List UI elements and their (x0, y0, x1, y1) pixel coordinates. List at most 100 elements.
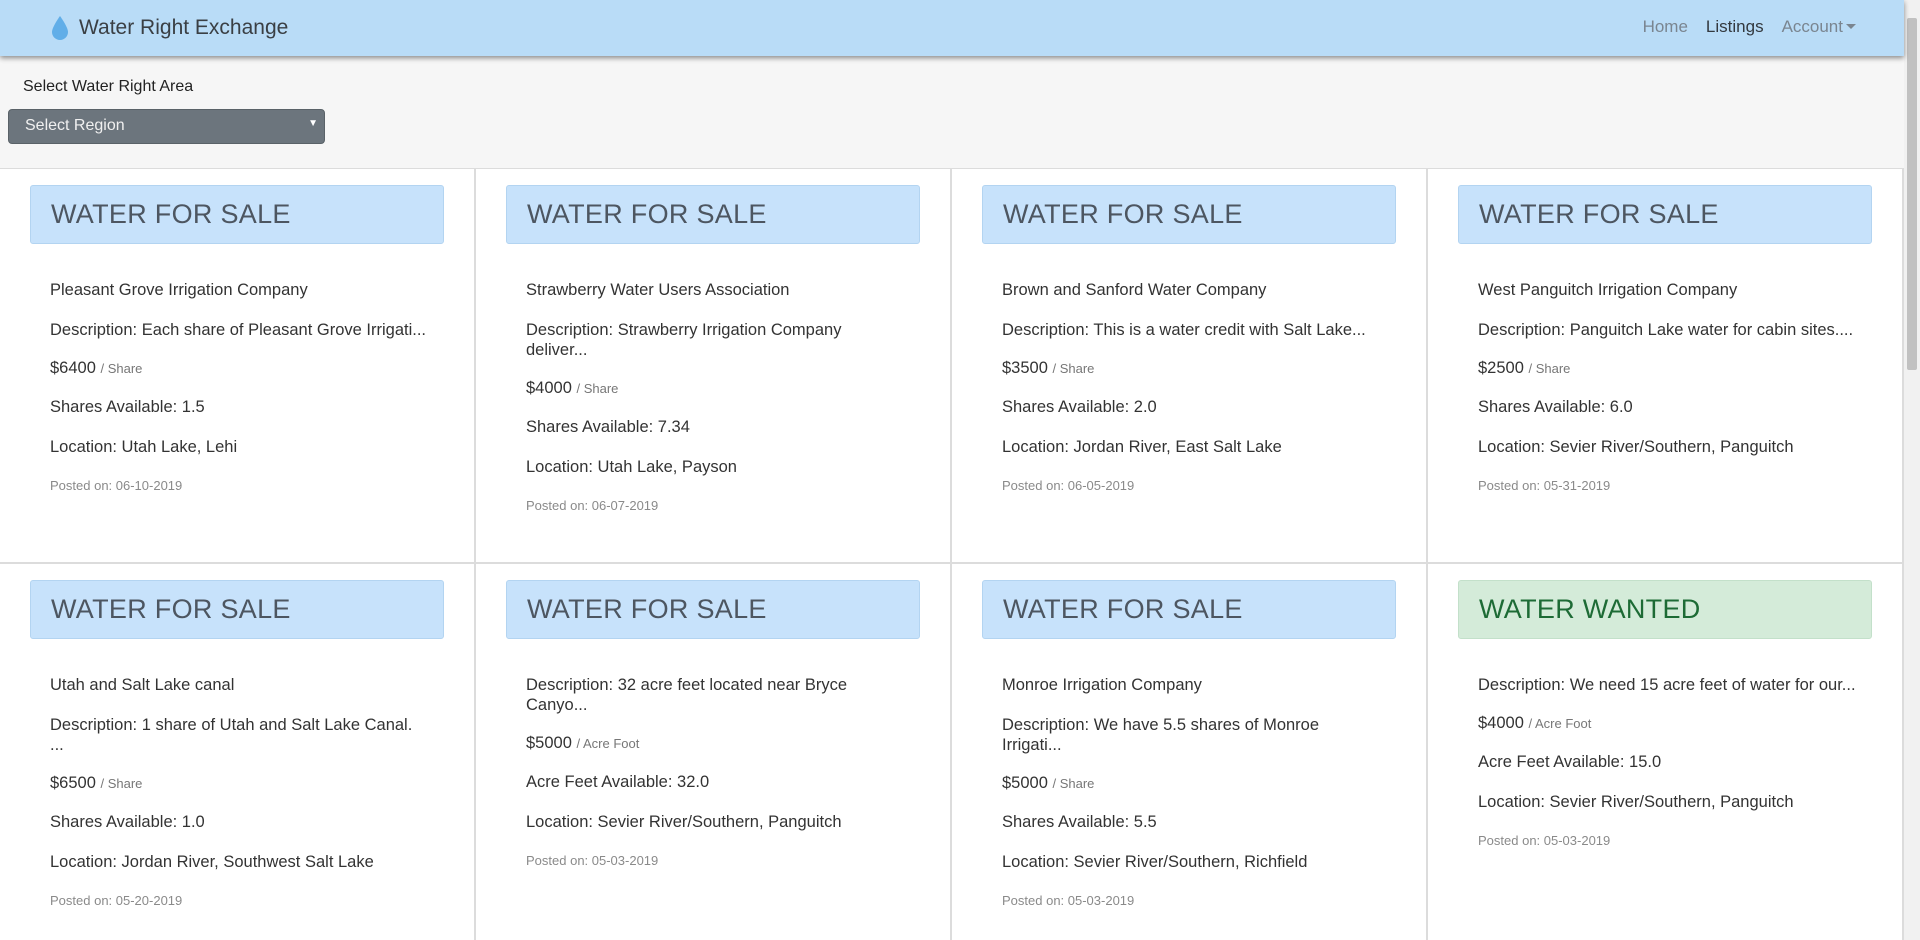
listing-location: Location: Utah Lake, Payson (526, 458, 737, 476)
price-value: $4000 (1478, 714, 1524, 732)
listing-type-header: WATER FOR SALE (30, 580, 444, 639)
listing-description: Description: 32 acre feet located near B… (526, 676, 848, 714)
region-filter-label: Select Water Right Area (23, 78, 194, 95)
nav-home[interactable]: Home (1643, 17, 1688, 37)
listing-available: Shares Available: 6.0 (1478, 398, 1633, 416)
listing-description: Description: We need 15 acre feet of wat… (1478, 676, 1856, 694)
scrollbar-thumb[interactable] (1907, 18, 1917, 370)
nav-account-label: Account (1781, 17, 1843, 36)
listing-type-header: WATER FOR SALE (30, 185, 444, 244)
listing-body: Description: 32 acre feet located near B… (526, 675, 906, 868)
listing-description: Description: We have 5.5 shares of Monro… (1002, 716, 1320, 754)
listing-location: Location: Sevier River/Southern, Panguit… (1478, 793, 1794, 811)
water-drop-icon (52, 16, 68, 40)
listing-card[interactable]: WATER FOR SALE Utah and Salt Lake canal … (0, 564, 476, 940)
listing-price: $3500 / Share (1002, 359, 1382, 378)
listing-body: Strawberry Water Users Association Descr… (526, 280, 906, 513)
listing-available: Shares Available: 1.0 (50, 813, 205, 831)
listing-price: $2500 / Share (1478, 359, 1858, 378)
price-value: $6500 (50, 774, 96, 792)
price-value: $4000 (526, 379, 572, 397)
listing-posted-date: Posted on: 05-03-2019 (526, 853, 659, 868)
listing-card[interactable]: WATER FOR SALE Monroe Irrigation Company… (952, 564, 1428, 940)
listing-company: Utah and Salt Lake canal (50, 676, 235, 694)
listing-company: West Panguitch Irrigation Company (1478, 281, 1738, 299)
listing-type-header: WATER FOR SALE (982, 580, 1396, 639)
listing-location: Location: Sevier River/Southern, Panguit… (1478, 438, 1794, 456)
listing-available: Acre Feet Available: 15.0 (1478, 753, 1662, 771)
listing-price: $6400 / Share (50, 359, 430, 378)
price-value: $3500 (1002, 359, 1048, 377)
listing-price: $6500 / Share (50, 774, 430, 793)
price-unit: / Share (1052, 361, 1095, 376)
brand-title: Water Right Exchange (79, 16, 289, 39)
nav-listings[interactable]: Listings (1706, 17, 1764, 37)
listing-available: Shares Available: 5.5 (1002, 813, 1157, 831)
listing-description: Description: Strawberry Irrigation Compa… (526, 321, 842, 359)
listing-posted-date: Posted on: 05-03-2019 (1478, 833, 1611, 848)
region-select-value: Select Region (25, 117, 125, 134)
listing-description: Description: 1 share of Utah and Salt La… (50, 716, 413, 754)
listing-available: Acre Feet Available: 32.0 (526, 773, 710, 791)
listing-price: $5000 / Share (1002, 774, 1382, 793)
listing-posted-date: Posted on: 05-03-2019 (1002, 893, 1135, 908)
listing-available: Shares Available: 2.0 (1002, 398, 1157, 416)
listing-price: $5000 / Acre Foot (526, 734, 906, 753)
listing-card[interactable]: WATER FOR SALE West Panguitch Irrigation… (1428, 169, 1904, 564)
listing-location: Location: Utah Lake, Lehi (50, 438, 238, 456)
listing-posted-date: Posted on: 06-10-2019 (50, 478, 183, 493)
select-arrow-icon: ▼ (308, 118, 318, 129)
price-value: $5000 (1002, 774, 1048, 792)
listing-location: Location: Sevier River/Southern, Richfie… (1002, 853, 1308, 871)
listing-description: Description: This is a water credit with… (1002, 321, 1366, 339)
listing-available: Shares Available: 1.5 (50, 398, 205, 416)
price-unit: / Share (1052, 776, 1095, 791)
price-value: $2500 (1478, 359, 1524, 377)
listing-description: Description: Each share of Pleasant Grov… (50, 321, 427, 339)
price-unit: / Share (576, 381, 619, 396)
listing-location: Location: Jordan River, East Salt Lake (1002, 438, 1282, 456)
nav-links: Home Listings Account (1625, 0, 1856, 54)
listing-type-header: WATER FOR SALE (506, 580, 920, 639)
price-unit: / Share (100, 776, 143, 791)
listing-posted-date: Posted on: 06-05-2019 (1002, 478, 1135, 493)
listing-body: Brown and Sanford Water Company Descript… (1002, 280, 1382, 493)
listing-card[interactable]: WATER FOR SALE Description: 32 acre feet… (476, 564, 952, 940)
listing-description: Description: Panguitch Lake water for ca… (1478, 321, 1854, 339)
vertical-scrollbar[interactable] (1904, 0, 1920, 940)
listing-card[interactable]: WATER FOR SALE Pleasant Grove Irrigation… (0, 169, 476, 564)
listing-company: Pleasant Grove Irrigation Company (50, 281, 308, 299)
listing-company: Brown and Sanford Water Company (1002, 281, 1267, 299)
listing-body: West Panguitch Irrigation Company Descri… (1478, 280, 1858, 493)
top-navbar: Water Right Exchange Home Listings Accou… (0, 0, 1904, 56)
listing-posted-date: Posted on: 06-07-2019 (526, 498, 659, 513)
nav-account-dropdown[interactable]: Account (1782, 17, 1856, 37)
price-unit: / Share (100, 361, 143, 376)
listing-type-header: WATER WANTED (1458, 580, 1872, 639)
listing-posted-date: Posted on: 05-20-2019 (50, 893, 183, 908)
brand-link[interactable]: Water Right Exchange (50, 0, 288, 56)
price-unit: / Share (1528, 361, 1571, 376)
listing-body: Utah and Salt Lake canal Description: 1 … (50, 675, 430, 908)
listing-location: Location: Jordan River, Southwest Salt L… (50, 853, 374, 871)
listing-price: $4000 / Share (526, 379, 906, 398)
region-select[interactable]: Select Region ▼ (8, 109, 325, 144)
price-value: $6400 (50, 359, 96, 377)
listing-company: Monroe Irrigation Company (1002, 676, 1202, 694)
listing-price: $4000 / Acre Foot (1478, 714, 1858, 733)
listing-body: Description: We need 15 acre feet of wat… (1478, 675, 1858, 848)
listings-grid: WATER FOR SALE Pleasant Grove Irrigation… (0, 168, 1904, 940)
listing-type-header: WATER FOR SALE (1458, 185, 1872, 244)
listing-card[interactable]: WATER WANTED Description: We need 15 acr… (1428, 564, 1904, 940)
price-unit: / Acre Foot (1528, 716, 1592, 731)
listing-type-header: WATER FOR SALE (982, 185, 1396, 244)
price-value: $5000 (526, 734, 572, 752)
listing-card[interactable]: WATER FOR SALE Strawberry Water Users As… (476, 169, 952, 564)
listing-type-header: WATER FOR SALE (506, 185, 920, 244)
listing-body: Pleasant Grove Irrigation Company Descri… (50, 280, 430, 493)
listing-available: Shares Available: 7.34 (526, 418, 690, 436)
listing-card[interactable]: WATER FOR SALE Brown and Sanford Water C… (952, 169, 1428, 564)
listing-company: Strawberry Water Users Association (526, 281, 790, 299)
caret-down-icon (1846, 24, 1856, 29)
listing-location: Location: Sevier River/Southern, Panguit… (526, 813, 842, 831)
